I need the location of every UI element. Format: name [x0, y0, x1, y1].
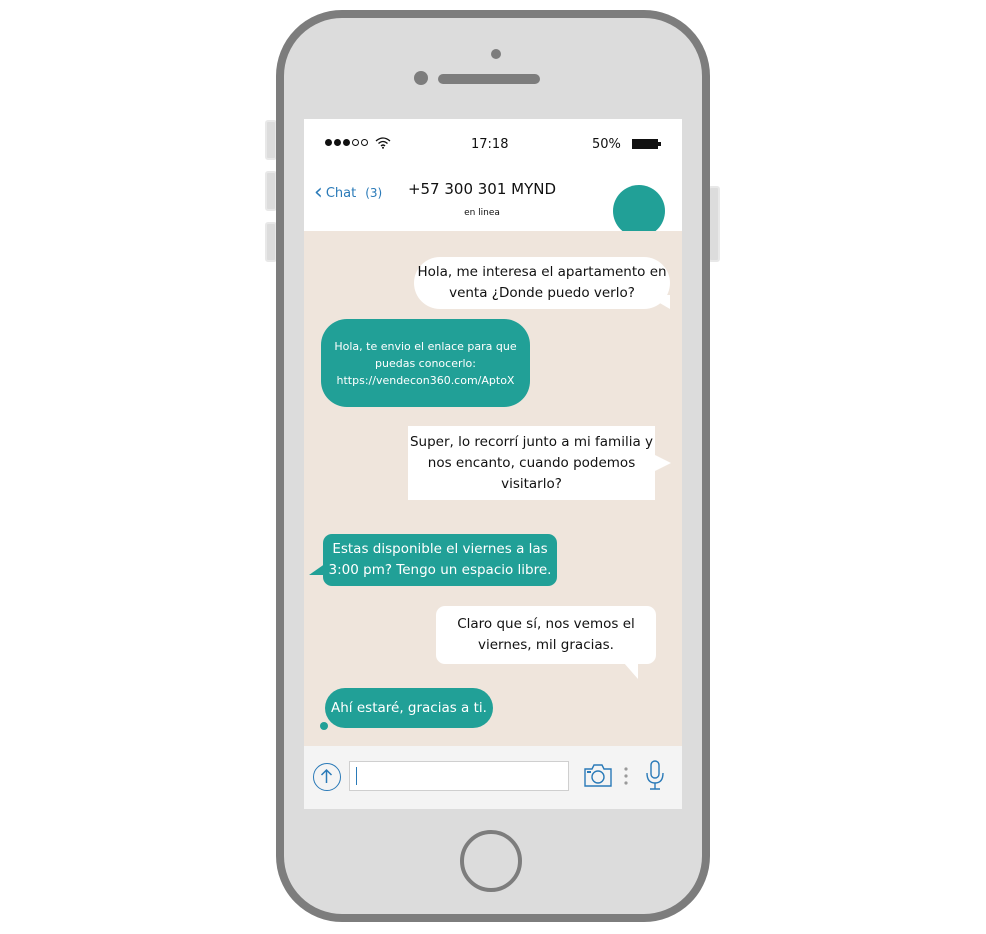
camera-icon[interactable]	[583, 761, 613, 789]
phone-frame: 17:18 50% ‹ Chat (3) +57 300 301 MYND en…	[276, 10, 710, 922]
status-bar: 17:18 50%	[304, 119, 682, 163]
earpiece-speaker	[438, 74, 540, 84]
message-bubble-outgoing[interactable]: Claro que sí, nos vemos el viernes, mil …	[436, 606, 656, 664]
message-bubble-incoming[interactable]: Ahí estaré, gracias a ti.	[325, 688, 493, 728]
avatar[interactable]	[613, 185, 665, 237]
home-button[interactable]	[460, 830, 522, 892]
message-bubble-outgoing[interactable]: Hola, me interesa el apartamento en vent…	[414, 257, 670, 309]
proximity-sensor	[491, 49, 501, 59]
upload-arrow-icon	[320, 768, 333, 783]
battery-icon	[632, 139, 661, 149]
text-caret	[356, 767, 357, 785]
message-bubble-incoming[interactable]: Hola, te envio el enlace para que puedas…	[321, 319, 530, 407]
message-bubble-incoming[interactable]: Estas disponible el viernes a las 3:00 p…	[323, 534, 557, 586]
message-input[interactable]	[349, 761, 569, 791]
bubble-tail	[655, 455, 671, 471]
front-camera	[414, 71, 428, 85]
bubble-tail-dot	[320, 722, 328, 730]
chat-thread: Hola, me interesa el apartamento en vent…	[304, 231, 682, 746]
message-input-bar	[304, 746, 682, 809]
battery-percentage: 50%	[592, 137, 621, 152]
attach-button[interactable]	[313, 763, 341, 791]
contact-status: en linea	[464, 208, 500, 218]
signal-strength-icon	[325, 139, 368, 146]
status-time: 17:18	[471, 137, 509, 152]
chat-header: ‹ Chat (3) +57 300 301 MYND en linea	[304, 163, 682, 237]
message-bubble-outgoing[interactable]: Super, lo recorrí junto a mi familia y n…	[408, 426, 655, 500]
microphone-icon[interactable]	[644, 759, 666, 791]
phone-screen: 17:18 50% ‹ Chat (3) +57 300 301 MYND en…	[304, 119, 682, 809]
bubble-tail	[624, 663, 638, 679]
contact-name[interactable]: +57 300 301 MYND	[304, 180, 660, 198]
wifi-icon	[375, 137, 391, 149]
more-vertical-icon[interactable]	[624, 767, 628, 785]
